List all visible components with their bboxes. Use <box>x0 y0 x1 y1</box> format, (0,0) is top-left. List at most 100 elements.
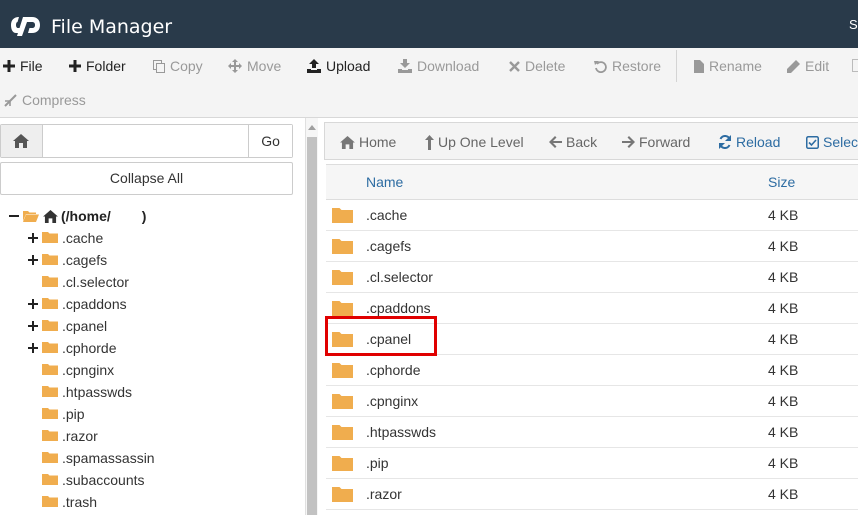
file-row[interactable]: .htpasswds 4 KB <box>326 417 858 448</box>
upload-button[interactable]: Upload <box>307 56 370 76</box>
new-file-button[interactable]: File <box>3 56 43 76</box>
expand-toggle-icon[interactable] <box>27 298 39 310</box>
nav-home-button[interactable]: Home <box>340 133 396 151</box>
folder-icon <box>332 239 353 254</box>
undo-icon <box>594 60 607 73</box>
edit-button[interactable]: Edit <box>787 56 829 76</box>
go-button[interactable]: Go <box>248 125 292 157</box>
path-home-button[interactable] <box>1 125 43 157</box>
header-search-label[interactable]: Se <box>849 17 858 32</box>
delete-label: Delete <box>525 58 566 74</box>
new-file-label: File <box>20 58 43 74</box>
file-row[interactable]: .cagefs 4 KB <box>326 231 858 262</box>
tree-item[interactable]: .pip <box>27 403 85 425</box>
folder-icon <box>42 232 58 243</box>
path-input[interactable] <box>42 125 249 157</box>
file-row[interactable]: .cl.selector 4 KB <box>326 262 858 293</box>
compress-button[interactable]: Compress <box>4 90 86 110</box>
folder-icon <box>332 425 353 440</box>
tree-item[interactable]: .subaccounts <box>27 469 145 491</box>
folder-icon <box>42 452 58 463</box>
upload-label: Upload <box>326 58 371 74</box>
back-button[interactable]: Back <box>549 133 597 151</box>
plus-icon <box>69 60 81 72</box>
tree-item[interactable]: .cache <box>27 227 103 249</box>
new-folder-button[interactable]: Folder <box>69 56 126 76</box>
tree-item[interactable]: .cphorde <box>27 337 116 359</box>
select-all-button[interactable]: Select <box>806 133 858 151</box>
file-row[interactable]: .cpaddons 4 KB <box>326 293 858 324</box>
up-one-level-button[interactable]: Up One Level <box>425 133 524 151</box>
column-header-name[interactable]: Name <box>366 174 403 190</box>
rename-label: Rename <box>709 58 762 74</box>
scroll-up-arrow-icon[interactable] <box>307 123 317 133</box>
tree-item[interactable]: .cpaddons <box>27 293 127 315</box>
toolbar: File Folder Copy Move Upload Download De… <box>0 48 858 118</box>
file-row[interactable]: .razor 4 KB <box>326 479 858 510</box>
folder-icon <box>42 496 58 507</box>
rename-button[interactable]: Rename <box>694 56 762 76</box>
tree-item[interactable]: .cpnginx <box>27 359 114 381</box>
tree-item-label: .pip <box>62 406 85 422</box>
file-name[interactable]: .cl.selector <box>366 269 433 285</box>
tree-item[interactable]: .razor <box>27 425 98 447</box>
folder-icon <box>42 386 58 397</box>
expand-toggle-icon[interactable] <box>27 254 39 266</box>
folder-icon <box>42 408 58 419</box>
tree-item[interactable]: .cpanel <box>27 315 107 337</box>
file-size: 4 KB <box>768 362 799 378</box>
tree-item[interactable]: .cl.selector <box>27 271 129 293</box>
delete-button[interactable]: Delete <box>509 56 565 76</box>
copy-button[interactable]: Copy <box>153 56 203 76</box>
folder-icon <box>332 270 353 285</box>
expand-toggle-icon[interactable] <box>27 232 39 244</box>
file-name[interactable]: .pip <box>366 455 389 471</box>
tree-item[interactable]: .trash <box>27 491 97 513</box>
reload-button[interactable]: Reload <box>718 133 780 151</box>
expand-toggle-icon[interactable] <box>27 320 39 332</box>
scrollbar-thumb[interactable] <box>307 137 317 515</box>
tree-item[interactable]: .spamassassin <box>27 447 155 469</box>
move-button[interactable]: Move <box>228 56 281 76</box>
toolbar-overflow-icon <box>852 59 858 72</box>
collapse-toggle-icon[interactable] <box>8 210 20 222</box>
restore-label: Restore <box>612 58 662 74</box>
file-row[interactable]: .cache 4 KB <box>326 200 858 231</box>
file-name[interactable]: .cphorde <box>366 362 420 378</box>
file-row[interactable]: .cphorde 4 KB <box>326 355 858 386</box>
tree-root[interactable]: (/home/ ) <box>8 205 146 227</box>
folder-icon <box>332 301 353 316</box>
file-size: 4 KB <box>768 486 799 502</box>
file-name[interactable]: .cache <box>366 207 407 223</box>
file-name[interactable]: .htpasswds <box>366 424 436 440</box>
tree-item-label: .cl.selector <box>62 274 129 290</box>
toolbar-divider <box>676 50 677 82</box>
tree-item[interactable]: .cagefs <box>27 249 107 271</box>
file-name[interactable]: .cpnginx <box>366 393 418 409</box>
file-name[interactable]: .cpanel <box>366 331 411 347</box>
tree-item-label: .cagefs <box>62 252 108 268</box>
file-name[interactable]: .razor <box>366 486 402 502</box>
up-one-level-label: Up One Level <box>438 134 524 150</box>
forward-button[interactable]: Forward <box>622 133 690 151</box>
file-row[interactable]: .pip 4 KB <box>326 448 858 479</box>
file-name[interactable]: .cagefs <box>366 238 411 254</box>
download-button[interactable]: Download <box>398 56 479 76</box>
move-label: Move <box>247 58 282 74</box>
collapse-all-button[interactable]: Collapse All <box>0 162 293 195</box>
file-row[interactable]: .cpnginx 4 KB <box>326 386 858 417</box>
column-header-size[interactable]: Size <box>768 174 795 190</box>
file-row[interactable]: .cpanel 4 KB <box>326 324 858 355</box>
cpanel-logo-icon[interactable] <box>11 14 41 36</box>
back-label: Back <box>566 134 598 150</box>
refresh-icon <box>719 135 731 149</box>
restore-button[interactable]: Restore <box>594 56 661 76</box>
tree-item[interactable]: .htpasswds <box>27 381 132 403</box>
move-icon <box>228 59 242 73</box>
file-name[interactable]: .cpaddons <box>366 300 431 316</box>
expand-toggle-icon[interactable] <box>27 342 39 354</box>
